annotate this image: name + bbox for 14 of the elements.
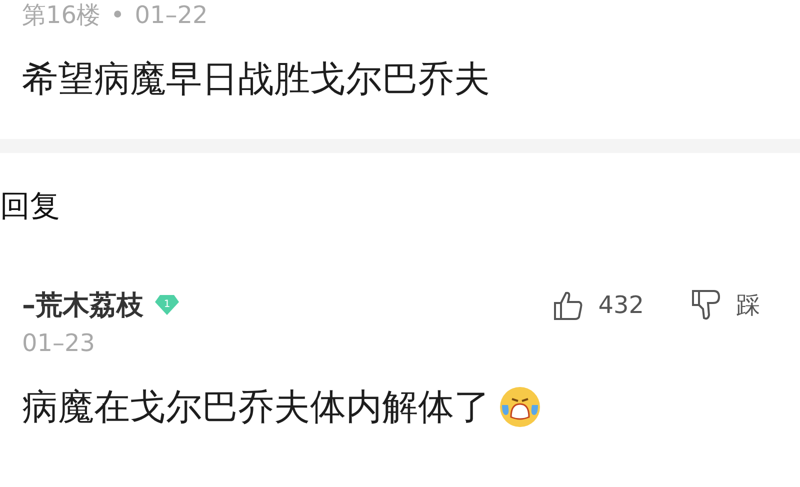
thumbs-down-icon[interactable] bbox=[690, 289, 722, 322]
comment-text: 希望病魔早日战胜戈尔巴乔夫 bbox=[22, 58, 490, 102]
comment-text: 病魔在戈尔巴乔夫体内解体了 bbox=[22, 386, 490, 429]
separator-dot: • bbox=[110, 1, 125, 29]
crying-emoji-icon bbox=[498, 385, 542, 430]
dislike-label[interactable]: 踩 bbox=[736, 289, 760, 322]
comment-date: 01–22 bbox=[134, 1, 208, 29]
comment-date: 01–23 bbox=[22, 329, 96, 358]
floor-number: 第16楼 bbox=[22, 0, 101, 31]
reply-title: 回复 bbox=[0, 189, 60, 224]
like-count: 432 bbox=[598, 291, 644, 320]
level-badge-icon: 1 bbox=[154, 294, 180, 316]
thumbs-up-icon[interactable] bbox=[552, 289, 584, 322]
username[interactable]: –荒木荔枝 bbox=[22, 287, 144, 324]
